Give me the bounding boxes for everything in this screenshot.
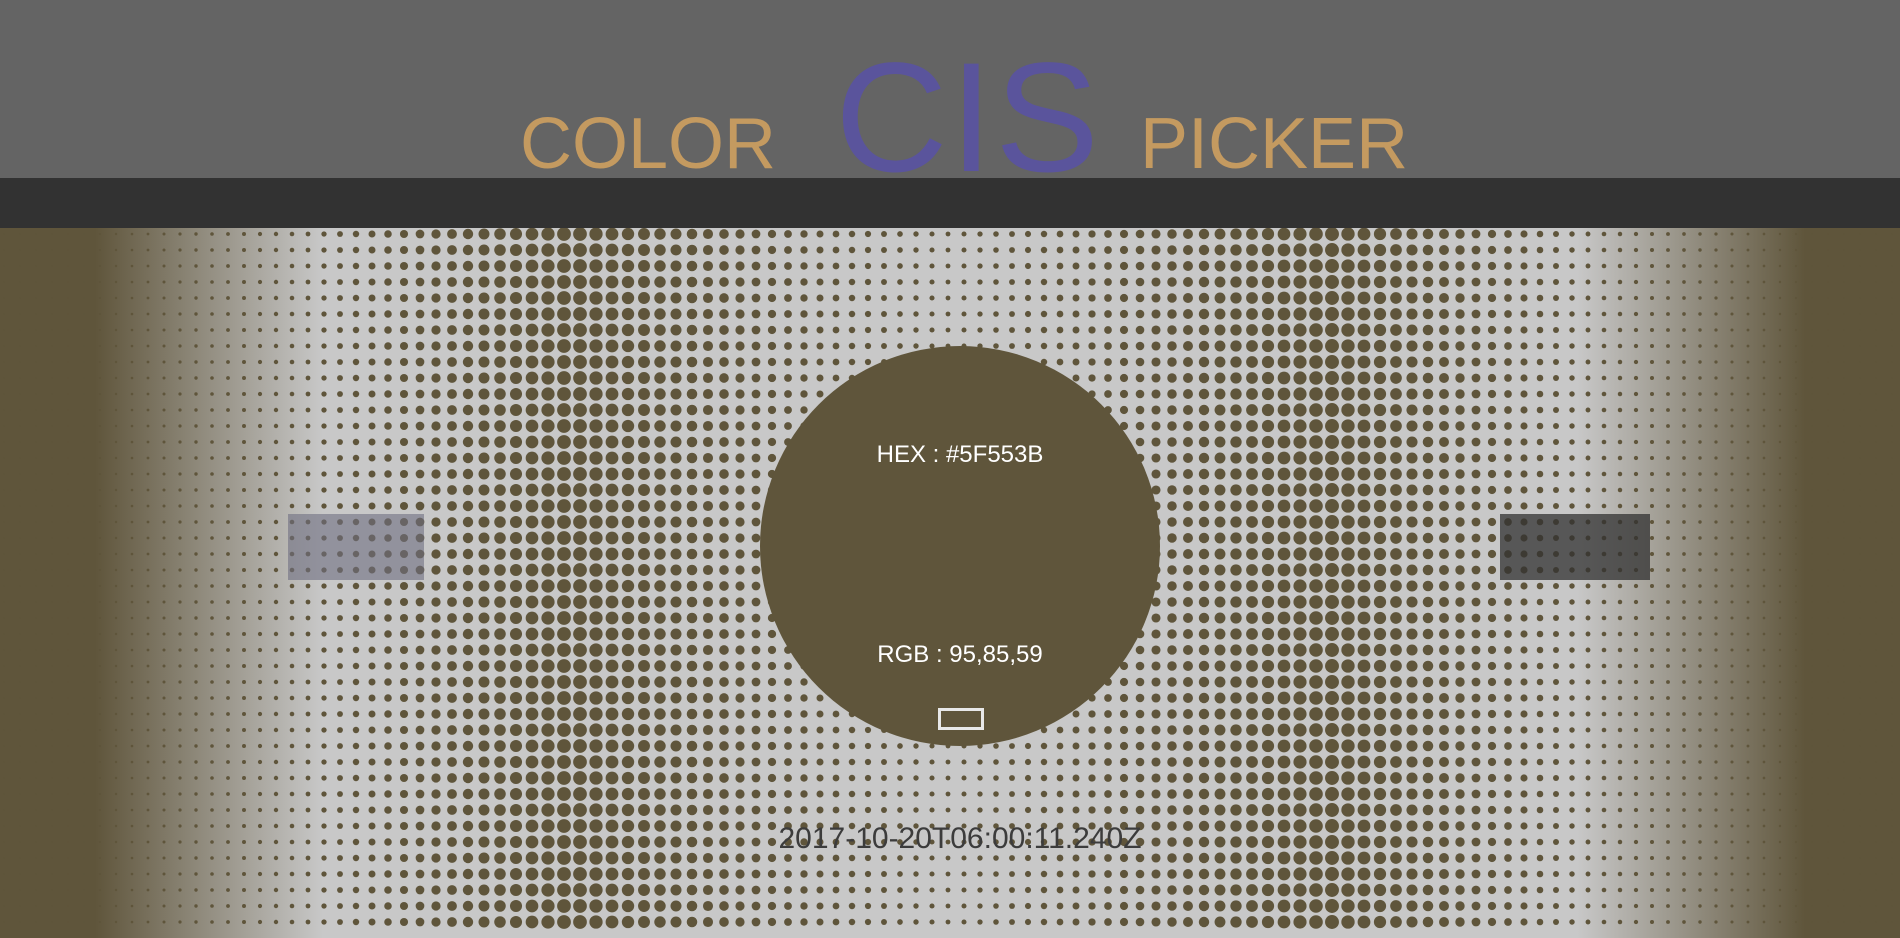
timestamp-label: 2017-10-20T06:00:11.240Z bbox=[778, 822, 1142, 855]
title-picker-word: PICKER bbox=[1140, 104, 1409, 184]
copy-icon[interactable] bbox=[938, 708, 984, 730]
title-color-word: COLOR bbox=[520, 104, 777, 184]
hex-value-label: HEX : #5F553B bbox=[876, 441, 1044, 468]
color-picker-page: COLOR CIS PICKER HEX : #5F553B RGB : 95,… bbox=[0, 0, 1900, 938]
rgb-value-label: RGB : 95,85,59 bbox=[877, 641, 1043, 668]
main-area: HEX : #5F553B RGB : 95,85,59 2017-10-20T… bbox=[0, 228, 1900, 938]
next-color-button[interactable] bbox=[1500, 514, 1650, 580]
previous-color-button[interactable] bbox=[288, 514, 424, 580]
header-divider-bar bbox=[0, 178, 1900, 228]
header: COLOR CIS PICKER bbox=[0, 0, 1900, 196]
color-swatch-circle bbox=[760, 346, 1160, 746]
title-cis-word: CIS bbox=[835, 31, 1102, 205]
